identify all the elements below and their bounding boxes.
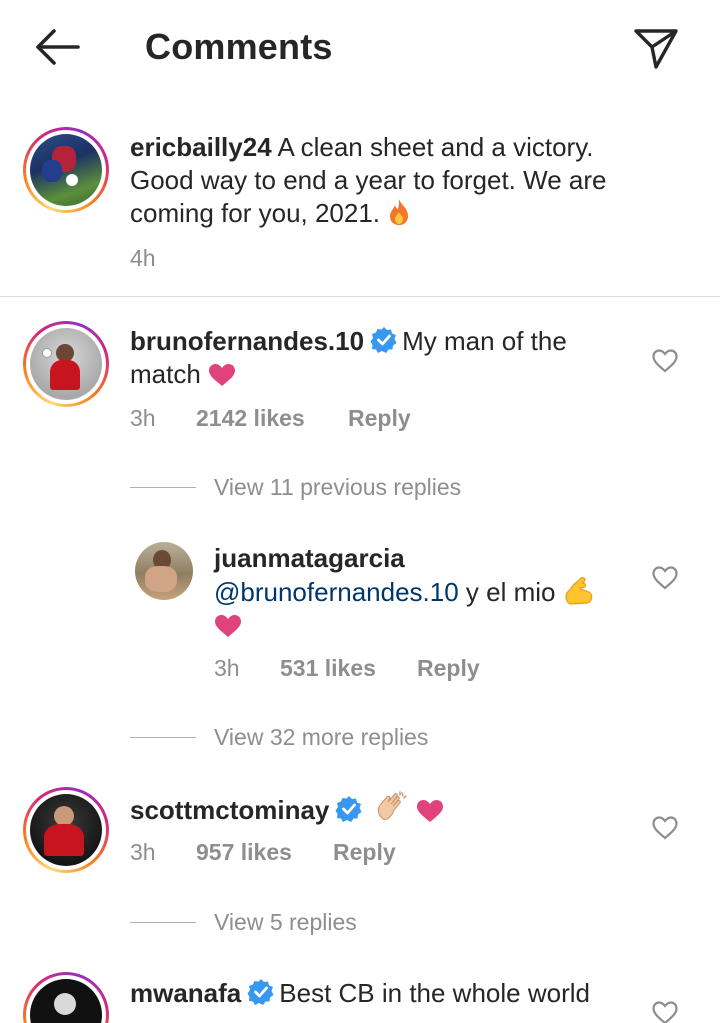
comment-username[interactable]: scottmctominay — [130, 795, 329, 825]
comment-meta: 3h 2142 likes Reply — [130, 405, 411, 432]
mention-link[interactable]: @brunofernandes.10 — [214, 577, 459, 607]
comment-username[interactable]: mwanafa — [130, 978, 241, 1008]
comment-text: brunofernandes.10 My man of the match — [130, 325, 610, 391]
view-previous-replies[interactable]: View 11 previous replies — [130, 474, 461, 501]
comment-text: mwanafa Best CB in the whole world — [130, 977, 650, 1010]
divider — [0, 296, 720, 297]
caption-time: 4h — [130, 245, 156, 271]
heart-outline-icon — [652, 816, 678, 840]
reply-username[interactable]: juanmatagarcia — [214, 542, 634, 575]
view-replies-label: View 5 replies — [214, 909, 357, 935]
back-button[interactable] — [30, 24, 82, 70]
comment-username[interactable]: brunofernandes.10 — [130, 326, 364, 356]
like-button[interactable] — [650, 998, 680, 1023]
likes-count[interactable]: 957 likes — [196, 839, 333, 866]
verified-badge-icon — [370, 327, 397, 353]
likes-count[interactable]: 2142 likes — [196, 405, 348, 432]
caption-text: ericbailly24 A clean sheet and a victory… — [130, 131, 650, 230]
avatar-juanmatagarcia[interactable] — [135, 542, 193, 600]
flexed-biceps-icon — [565, 577, 593, 605]
view-replies[interactable]: View 5 replies — [130, 909, 357, 936]
clapping-hands-icon — [377, 791, 407, 820]
comment-meta: 3h 957 likes Reply — [130, 839, 396, 866]
verified-badge-icon — [335, 796, 362, 822]
header-bar: Comments — [0, 0, 720, 96]
view-replies-label: View 11 previous replies — [214, 474, 462, 500]
pink-heart-icon — [215, 615, 241, 637]
likes-count[interactable]: 531 likes — [280, 655, 417, 682]
reply-time: 3h — [214, 655, 240, 681]
like-button[interactable] — [650, 563, 680, 593]
reply-button[interactable]: Reply — [417, 655, 480, 682]
divider — [130, 922, 196, 923]
comment-body: Best CB in the whole world — [279, 978, 590, 1008]
fire-icon — [390, 199, 409, 225]
heart-outline-icon — [652, 566, 678, 590]
verified-badge-icon — [247, 979, 274, 1005]
reply-body: y el mio — [465, 577, 556, 607]
reply-button[interactable]: Reply — [348, 405, 411, 432]
comment-text: scottmctominay — [130, 791, 610, 827]
reply-button[interactable]: Reply — [333, 839, 396, 866]
reply-text: juanmatagarcia @brunofernandes.10 y el m… — [214, 542, 634, 642]
like-button[interactable] — [650, 346, 680, 376]
view-replies-label: View 32 more replies — [214, 724, 429, 750]
arrow-left-icon — [36, 29, 80, 65]
pink-heart-icon — [209, 364, 236, 386]
avatar-brunofernandes[interactable] — [23, 321, 109, 407]
heart-outline-icon — [652, 1001, 678, 1023]
comment-time: 3h — [130, 405, 156, 431]
page-title: Comments — [145, 26, 333, 67]
avatar-scottmctominay[interactable] — [23, 787, 109, 873]
divider — [130, 737, 196, 738]
like-button[interactable] — [650, 813, 680, 843]
avatar-mwanafa[interactable] — [23, 972, 109, 1023]
divider — [130, 487, 196, 488]
avatar-ericbailly24[interactable] — [23, 127, 109, 213]
caption-username[interactable]: ericbailly24 — [130, 132, 272, 162]
share-button[interactable] — [630, 22, 682, 74]
reply-meta: 3h 531 likes Reply — [214, 655, 480, 682]
pink-heart-icon — [416, 800, 443, 822]
heart-outline-icon — [652, 349, 678, 373]
comment-time: 3h — [130, 839, 156, 865]
view-more-replies[interactable]: View 32 more replies — [130, 724, 428, 751]
paper-plane-icon — [634, 29, 678, 69]
caption-meta: 4h — [130, 245, 156, 272]
